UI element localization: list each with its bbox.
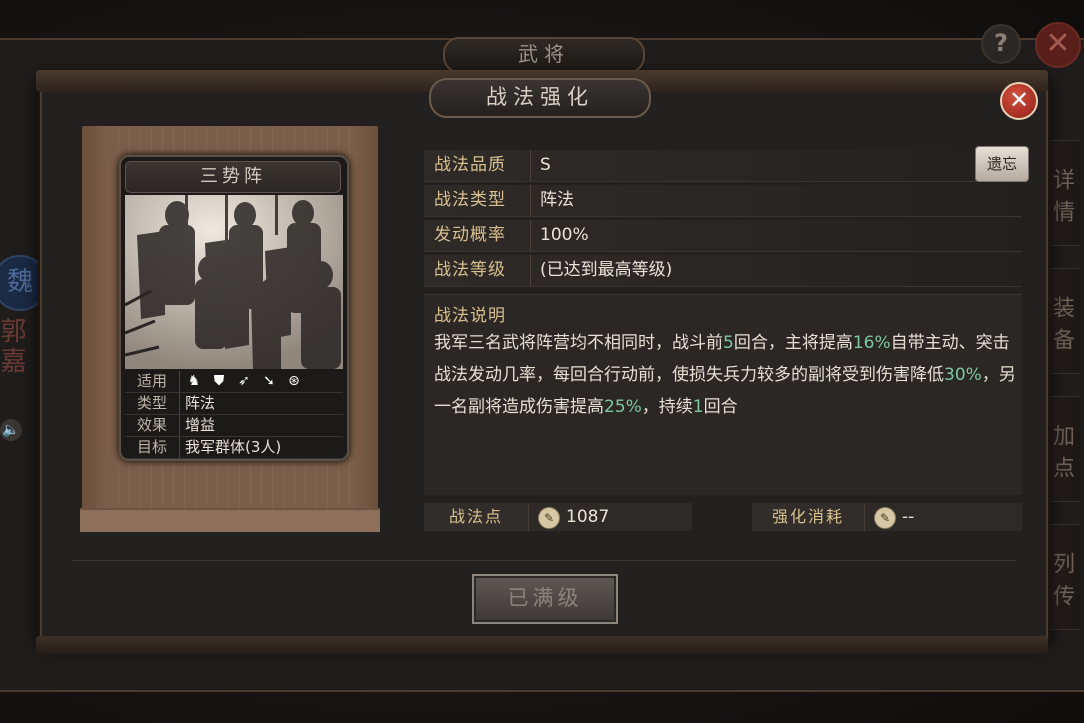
card-row-type: 类型 阵法 xyxy=(125,393,343,415)
tactic-point-icon: ✎ xyxy=(538,507,560,529)
divider xyxy=(72,560,1016,561)
level-value: (已达到最高等级) xyxy=(540,260,673,280)
card-row-key: 类型 xyxy=(125,393,180,414)
cavalry-icon: ♞ xyxy=(187,373,201,389)
card-row-value: 我军群体(3人) xyxy=(185,438,282,456)
desc-highlight: 25% xyxy=(604,397,642,417)
upgrade-cost-label: 强化消耗 xyxy=(752,503,865,531)
card-row-target: 目标 我军群体(3人) xyxy=(125,437,343,459)
desc-segment: 我军三名武将阵营均不相同时，战斗前 xyxy=(434,333,723,353)
rate-label: 发动概率 xyxy=(434,220,531,251)
legacy-button[interactable]: 遗忘 xyxy=(975,146,1029,182)
help-button[interactable]: ? xyxy=(981,24,1021,64)
level-row: 战法等级 (已达到最高等级) xyxy=(424,255,1022,287)
rate-value: 100% xyxy=(540,225,589,245)
description-title: 战法说明 xyxy=(434,306,506,326)
tactic-points-value: 1087 xyxy=(566,507,610,527)
hero-name: 郭嘉 xyxy=(0,317,26,377)
level-label: 战法等级 xyxy=(434,255,531,286)
card-row-value: 增益 xyxy=(185,416,216,434)
desc-highlight: 1 xyxy=(692,397,704,417)
desc-segment: ，持续 xyxy=(641,397,693,417)
bow-icon: ➶ xyxy=(238,373,250,389)
desc-highlight: 5 xyxy=(723,333,734,353)
card-row-value: 阵法 xyxy=(185,394,216,412)
desc-highlight: 16% xyxy=(852,333,891,353)
quality-value: S xyxy=(540,155,551,175)
desc-segment: 回合，主将提高 xyxy=(733,333,853,353)
tactic-illustration xyxy=(125,195,343,369)
desc-segment: 回合 xyxy=(703,397,738,417)
tactic-points-label: 战法点 xyxy=(424,503,529,531)
card-row-key: 效果 xyxy=(125,415,180,436)
type-label: 战法类型 xyxy=(434,185,531,216)
tactic-name: 三势阵 xyxy=(125,161,341,193)
card-row-key: 目标 xyxy=(125,437,180,458)
rate-row: 发动概率 100% xyxy=(424,220,1022,252)
description-text: 我军三名武将阵营均不相同时，战斗前5回合，主将提高16%自带主动、突击战法发动几… xyxy=(434,327,1018,423)
quality-label: 战法品质 xyxy=(434,150,531,181)
card-row-effect: 效果 增益 xyxy=(125,415,343,437)
close-icon[interactable]: ✕ xyxy=(1000,82,1038,120)
outer-title: 武将 xyxy=(443,37,645,73)
spear-icon: ➘ xyxy=(263,373,275,389)
max-level-button[interactable]: 已满级 xyxy=(472,574,618,624)
desc-highlight: 30% xyxy=(944,365,982,385)
unit-type-icons: ♞ ⛊ ➶ ➘ ⊛ xyxy=(185,373,303,390)
type-value: 阵法 xyxy=(540,190,574,210)
card-row-key: 适用 xyxy=(125,371,180,392)
tactic-card: 三势阵 适用 ♞ ⛊ ➶ ➘ ⊛ 类型 阵法 效果 增益 目标 我军群体(3人) xyxy=(119,155,349,461)
siege-icon: ⊛ xyxy=(288,373,300,389)
upgrade-cost-row: 强化消耗 ✎ -- xyxy=(752,503,1022,531)
tactic-upgrade-dialog: 战法强化 ✕ 三势阵 适用 ♞ ⛊ ➶ ➘ ⊛ 类型 阵法 效果 增益 目标 我… xyxy=(36,70,1048,654)
tactic-attributes: 适用 ♞ ⛊ ➶ ➘ ⊛ 类型 阵法 效果 增益 目标 我军群体(3人) xyxy=(125,371,343,459)
quality-row: 战法品质 S 遗忘 xyxy=(424,146,1029,182)
card-row-applicable: 适用 ♞ ⛊ ➶ ➘ ⊛ xyxy=(125,371,343,393)
type-row: 战法类型 阵法 xyxy=(424,185,1022,217)
tactic-info: 战法品质 S 遗忘 战法类型 阵法 发动概率 100% 战法等级 (已达到最高等… xyxy=(424,146,1029,290)
outer-close-button[interactable]: ✕ xyxy=(1035,22,1081,68)
dialog-title: 战法强化 xyxy=(429,78,651,118)
tactic-point-icon: ✎ xyxy=(874,507,896,529)
speaker-icon[interactable]: 🔈 xyxy=(0,419,22,441)
upgrade-cost-value: -- xyxy=(902,507,915,527)
shield-icon: ⛊ xyxy=(213,373,225,389)
dialog-bottom-frame xyxy=(36,636,1048,654)
scroll-roller xyxy=(80,508,380,532)
tactic-points-row: 战法点 ✎ 1087 xyxy=(424,503,692,531)
description-box: 战法说明 我军三名武将阵营均不相同时，战斗前5回合，主将提高16%自带主动、突击… xyxy=(424,294,1022,495)
